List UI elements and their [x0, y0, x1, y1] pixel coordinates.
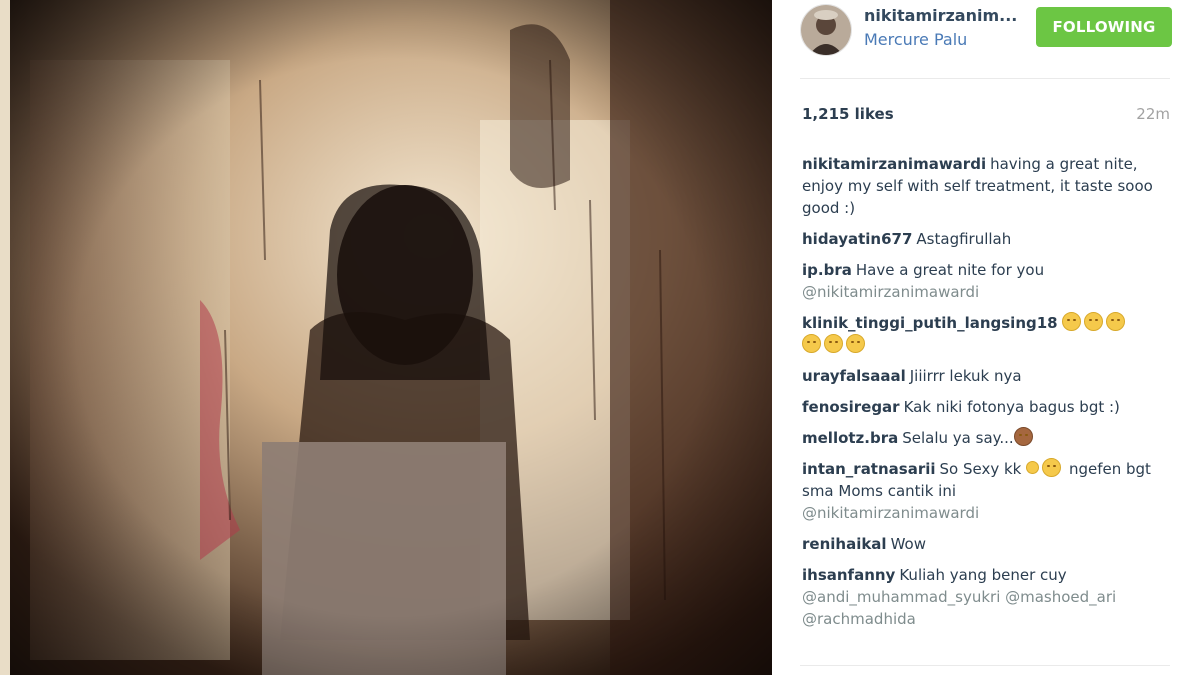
left-border [0, 0, 10, 675]
comment: ip.bra Have a great nite for you @nikitam… [802, 259, 1172, 303]
footer-divider [800, 665, 1170, 666]
comment-text: Kuliah yang bener cuy [899, 566, 1067, 584]
crying-face-emoji-icon [1061, 312, 1081, 331]
comments-list: nikitamirzanimawardi having a great nite,… [802, 153, 1172, 639]
comment: klinik_tinggi_putih_langsing18 [802, 312, 1172, 356]
comment-text: Wow [890, 535, 926, 553]
comment: intan_ratnasarii So Sexy kk ngefen bgt sm… [802, 458, 1172, 524]
comment: ihsanfanny Kuliah yang bener cuy @andi_mu… [802, 564, 1172, 630]
comment-username[interactable]: ihsanfanny [802, 566, 895, 584]
smiling-face-emoji-icon [1042, 458, 1062, 477]
comment: nikitamirzanimawardi having a great nite,… [802, 153, 1172, 219]
comment-username[interactable]: fenosiregar [802, 398, 900, 416]
comment-text: Astagfirullah [916, 230, 1012, 248]
comment-username[interactable]: urayfalsaaal [802, 367, 906, 385]
profile-avatar[interactable] [800, 4, 852, 56]
comment: urayfalsaaal Jiiirrr lekuk nya [802, 365, 1172, 387]
comment-username[interactable]: intan_ratnasarii [802, 460, 936, 478]
comment-mention[interactable]: @nikitamirzanimawardi [802, 504, 979, 522]
comment-username[interactable]: renihaikal [802, 535, 887, 553]
post-time[interactable]: 22m [1136, 105, 1170, 123]
comment-mention[interactable]: @andi_muhammad_syukri @mashoed_ari @rach… [802, 588, 1116, 628]
likes-count[interactable]: 1,215 likes [802, 105, 894, 123]
comment: fenosiregar Kak niki fotonya bagus bgt :) [802, 396, 1172, 418]
see-no-evil-monkey-emoji-icon [1013, 427, 1033, 446]
comment-text: Jiiirrr lekuk nya [909, 367, 1022, 385]
post-location[interactable]: Mercure Palu [864, 30, 967, 49]
post-photo[interactable] [10, 0, 772, 675]
following-button[interactable]: FOLLOWING [1036, 7, 1172, 47]
comment-username[interactable]: hidayatin677 [802, 230, 912, 248]
post-details-panel: nikitamirzanim... Mercure Palu FOLLOWING… [772, 0, 1200, 675]
comment: hidayatin677 Astagfirullah [802, 228, 1172, 250]
comment-text: So Sexy kk [939, 460, 1022, 478]
instagram-post: nikitamirzanim... Mercure Palu FOLLOWING… [0, 0, 1200, 675]
photo-image [10, 0, 772, 675]
crying-face-emoji-icon [1083, 312, 1103, 331]
avatar-icon [801, 5, 851, 55]
comment-text: Kak niki fotonya bagus bgt :) [903, 398, 1120, 416]
comment-text: Have a great nite for you [855, 261, 1045, 279]
comment: mellotz.bra Selalu ya say... [802, 427, 1172, 449]
comment-username[interactable]: klinik_tinggi_putih_langsing18 [802, 314, 1058, 332]
crying-face-emoji-icon [824, 334, 843, 353]
smiling-face-emoji-icon [1026, 461, 1040, 474]
comment-username[interactable]: mellotz.bra [802, 429, 898, 447]
comment: renihaikal Wow [802, 533, 1172, 555]
crying-face-emoji-icon [1105, 312, 1125, 331]
crying-face-emoji-icon [846, 334, 865, 353]
comment-mention[interactable]: @nikitamirzanimawardi [802, 283, 979, 301]
comment-username[interactable]: ip.bra [802, 261, 852, 279]
comment-text: Selalu ya say... [902, 429, 1014, 447]
comment-username[interactable]: nikitamirzanimawardi [802, 155, 986, 173]
crying-face-emoji-icon [802, 334, 821, 353]
post-username[interactable]: nikitamirzanim... [864, 6, 1017, 25]
header-divider [800, 78, 1170, 79]
